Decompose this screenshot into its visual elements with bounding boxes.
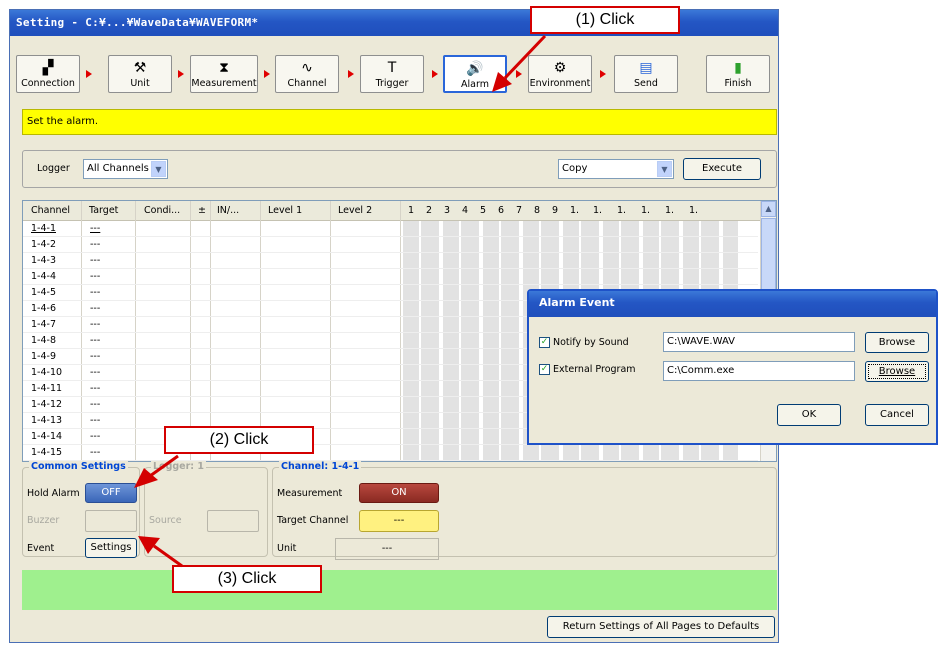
alarm-button[interactable]: 🔊 Alarm (443, 55, 507, 93)
cancel-button[interactable]: Cancel (865, 404, 929, 426)
execute-button[interactable]: Execute (683, 158, 761, 180)
logger-label: Logger (37, 163, 70, 174)
external-program-label: External Program (553, 364, 636, 375)
action-select[interactable]: Copy ▼ (558, 159, 674, 179)
source-field (207, 510, 259, 532)
table-row[interactable]: 1-4-1 --- (23, 221, 758, 237)
col-7[interactable]: 7 (516, 205, 522, 216)
step-arrow-icon (86, 70, 92, 78)
event-label: Event (27, 543, 55, 554)
measurement-label: Measurement (277, 488, 343, 499)
chevron-down-icon: ▼ (151, 161, 166, 177)
col-1[interactable]: 1 (408, 205, 414, 216)
waveform-icon: ∿ (301, 60, 313, 76)
ok-button[interactable]: OK (777, 404, 841, 426)
send-icon: ▤ (639, 60, 653, 76)
buzzer-label: Buzzer (27, 515, 60, 526)
measurement-button[interactable]: ⧗ Measurement (190, 55, 258, 93)
col-5[interactable]: 5 (480, 205, 486, 216)
settings-button[interactable]: Settings (85, 538, 137, 558)
step-arrow-icon (348, 70, 354, 78)
chevron-down-icon: ▼ (657, 161, 672, 177)
col-12[interactable]: 1. (617, 205, 626, 216)
col-level1[interactable]: Level 1 (268, 205, 302, 216)
alarm-event-dialog: Alarm Event ✓ Notify by Sound C:\WAVE.WA… (527, 289, 938, 445)
step-arrow-icon (516, 70, 522, 78)
door-icon: ▮ (734, 60, 742, 76)
environment-button[interactable]: ⚙ Environment (528, 55, 592, 93)
unit-label: Unit (277, 543, 297, 554)
unit-value: --- (335, 538, 439, 560)
connection-icon: ▞ (42, 60, 54, 76)
col-6[interactable]: 6 (498, 205, 504, 216)
common-settings-title: Common Settings (29, 461, 128, 472)
hold-alarm-label: Hold Alarm (27, 488, 80, 499)
logger-select[interactable]: All Channels ▼ (83, 159, 168, 179)
channel-group-title: Channel: 1-4-1 (279, 461, 362, 472)
col-13[interactable]: 1. (641, 205, 650, 216)
channel-group: Channel: 1-4-1 Measurement ON Target Cha… (272, 461, 777, 560)
callout-2: (2) Click (164, 426, 314, 454)
step-arrow-icon (432, 70, 438, 78)
col-10[interactable]: 1. (570, 205, 579, 216)
step-arrow-icon (264, 70, 270, 78)
col-11[interactable]: 1. (593, 205, 602, 216)
status-bar (22, 570, 777, 610)
sound-file-input[interactable]: C:\WAVE.WAV (663, 332, 855, 352)
trigger-button[interactable]: T Trigger (360, 55, 424, 93)
col-channel[interactable]: Channel (31, 205, 70, 216)
logger-group: Logger: 1 Source (144, 461, 268, 557)
finish-button[interactable]: ▮ Finish (706, 55, 770, 93)
measurement-toggle[interactable]: ON (359, 483, 439, 503)
target-channel-button[interactable]: --- (359, 510, 439, 532)
common-settings-group: Common Settings Hold Alarm OFF Buzzer Ev… (22, 461, 140, 558)
col-15[interactable]: 1. (689, 205, 698, 216)
step-arrow-icon (178, 70, 184, 78)
trigger-icon: T (387, 60, 397, 76)
hourglass-icon: ⧗ (219, 60, 229, 76)
notify-sound-label: Notify by Sound (553, 337, 629, 348)
table-row[interactable]: 1-4-4 --- (23, 269, 758, 285)
dialog-title: Alarm Event (529, 291, 936, 317)
source-label: Source (149, 515, 182, 526)
step-arrow-icon (600, 70, 606, 78)
col-14[interactable]: 1. (665, 205, 674, 216)
col-3[interactable]: 3 (444, 205, 450, 216)
col-target[interactable]: Target (89, 205, 118, 216)
table-row[interactable]: 1-4-15 --- (23, 445, 758, 461)
hold-alarm-toggle[interactable]: OFF (85, 483, 137, 503)
col-4[interactable]: 4 (462, 205, 468, 216)
col-9[interactable]: 9 (552, 205, 558, 216)
external-program-checkbox[interactable]: ✓ (539, 364, 550, 375)
connection-button[interactable]: ▞ Connection (16, 55, 80, 93)
callout-1: (1) Click (530, 6, 680, 34)
wizard-toolbar: ▞ Connection ⚒ Unit ⧗ Measurement ∿ Chan… (10, 46, 778, 108)
tools-icon: ⚙ (553, 60, 567, 76)
notify-sound-checkbox[interactable]: ✓ (539, 337, 550, 348)
table-row[interactable]: 1-4-2 --- (23, 237, 758, 253)
browse-sound-button[interactable]: Browse (865, 332, 929, 353)
col-8[interactable]: 8 (534, 205, 540, 216)
logger-bar: Logger All Channels ▼ Copy ▼ Execute (22, 150, 777, 188)
send-button[interactable]: ▤ Send (614, 55, 678, 93)
logger-group-title: Logger: 1 (151, 461, 207, 472)
scroll-up-icon[interactable]: ▲ (761, 201, 776, 217)
col-condition[interactable]: Condi... (144, 205, 180, 216)
callout-3: (3) Click (172, 565, 322, 593)
col-in-out[interactable]: IN/... (217, 205, 239, 216)
speaker-icon: 🔊 (466, 61, 484, 77)
col-level2[interactable]: Level 2 (338, 205, 372, 216)
hint-bar: Set the alarm. (22, 109, 777, 135)
program-file-input[interactable]: C:\Comm.exe (663, 361, 855, 381)
col-sign[interactable]: ± (198, 205, 206, 216)
table-row[interactable]: 1-4-3 --- (23, 253, 758, 269)
browse-program-button[interactable]: Browse (865, 361, 929, 382)
col-2[interactable]: 2 (426, 205, 432, 216)
channel-button[interactable]: ∿ Channel (275, 55, 339, 93)
unit-button[interactable]: ⚒ Unit (108, 55, 172, 93)
unit-icon: ⚒ (133, 60, 147, 76)
buzzer-field (85, 510, 137, 532)
return-defaults-button[interactable]: Return Settings of All Pages to Defaults (547, 616, 775, 638)
target-channel-label: Target Channel (277, 515, 349, 526)
